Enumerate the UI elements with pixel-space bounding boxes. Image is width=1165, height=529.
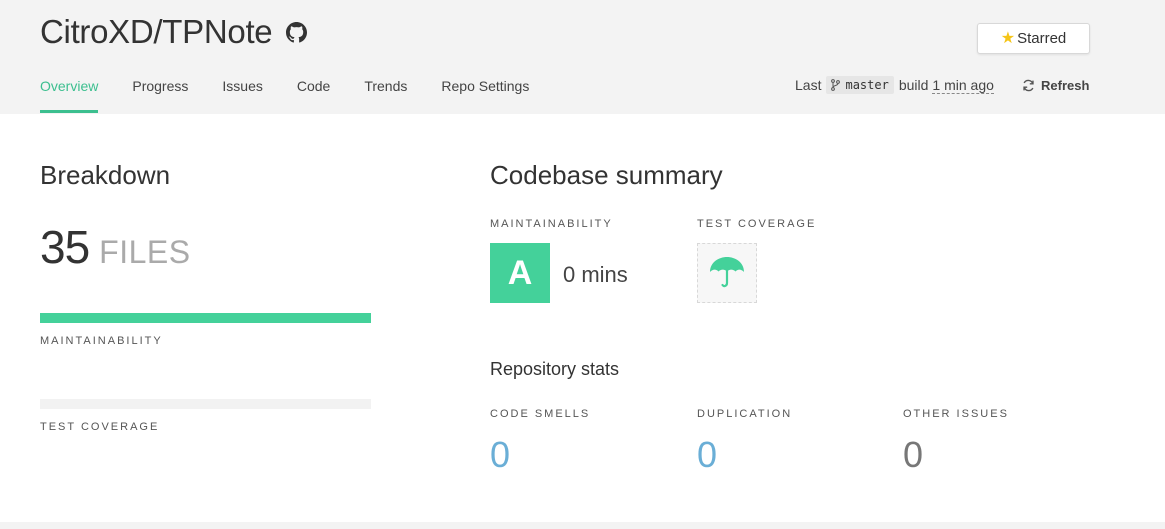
star-icon: ★ bbox=[1000, 29, 1016, 47]
tab-code[interactable]: Code bbox=[297, 78, 330, 114]
breakdown-title: Breakdown bbox=[40, 160, 171, 190]
repo-nav: Overview Progress Issues Code Trends Rep… bbox=[40, 78, 563, 114]
tab-trends[interactable]: Trends bbox=[364, 78, 407, 114]
summary-maintainability-label: MAINTAINABILITY bbox=[490, 218, 613, 230]
tab-issues[interactable]: Issues bbox=[222, 78, 262, 114]
test-coverage-badge[interactable] bbox=[697, 243, 757, 303]
breakdown-coverage-label: TEST COVERAGE bbox=[40, 421, 160, 433]
other-issues-label: OTHER ISSUES bbox=[903, 408, 1009, 420]
refresh-label: Refresh bbox=[1041, 78, 1090, 93]
umbrella-icon bbox=[710, 257, 744, 288]
remediation-time: 0 mins bbox=[563, 262, 628, 287]
refresh-button[interactable]: Refresh bbox=[1022, 78, 1089, 93]
code-smells-value[interactable]: 0 bbox=[490, 434, 510, 476]
build-prefix: Last bbox=[795, 77, 822, 93]
starred-label: Starred bbox=[1017, 30, 1067, 47]
files-unit: FILES bbox=[99, 234, 191, 270]
other-issues-value[interactable]: 0 bbox=[903, 434, 923, 476]
tab-progress[interactable]: Progress bbox=[132, 78, 188, 114]
repository-stats-title: Repository stats bbox=[490, 359, 620, 379]
tab-repo-settings[interactable]: Repo Settings bbox=[441, 78, 529, 114]
files-count: 35 FILES bbox=[40, 220, 191, 274]
duplication-label: DUPLICATION bbox=[697, 408, 793, 420]
duplication-value[interactable]: 0 bbox=[697, 434, 717, 476]
repo-title: CitroXD/TPNote bbox=[40, 13, 308, 51]
maintainability-bar-fill bbox=[40, 313, 371, 323]
maintainability-grade[interactable]: A bbox=[490, 243, 550, 303]
starred-button[interactable]: ★ Starred bbox=[977, 23, 1090, 54]
build-info: Last master build 1 min ago bbox=[795, 76, 994, 94]
summary-coverage-label: TEST COVERAGE bbox=[697, 218, 817, 230]
branch-icon bbox=[831, 79, 841, 91]
refresh-icon bbox=[1023, 79, 1034, 92]
maintainability-bar[interactable] bbox=[40, 313, 371, 323]
code-smells-label: CODE SMELLS bbox=[490, 408, 591, 420]
build-time[interactable]: 1 min ago bbox=[932, 77, 994, 94]
build-mid: build bbox=[898, 77, 929, 93]
branch-badge[interactable]: master bbox=[826, 76, 894, 94]
breakdown-maintainability-label: MAINTAINABILITY bbox=[40, 335, 163, 347]
tab-overview[interactable]: Overview bbox=[40, 78, 99, 114]
coverage-bar[interactable] bbox=[40, 399, 371, 409]
github-icon[interactable] bbox=[286, 21, 308, 43]
footer-divider bbox=[0, 522, 1165, 529]
files-number: 35 bbox=[40, 221, 90, 273]
repo-header: CitroXD/TPNote ★ Starred Overview Progre… bbox=[0, 0, 1165, 114]
codebase-summary-title: Codebase summary bbox=[490, 160, 723, 190]
branch-name: master bbox=[845, 78, 889, 92]
repo-name[interactable]: CitroXD/TPNote bbox=[40, 13, 273, 51]
